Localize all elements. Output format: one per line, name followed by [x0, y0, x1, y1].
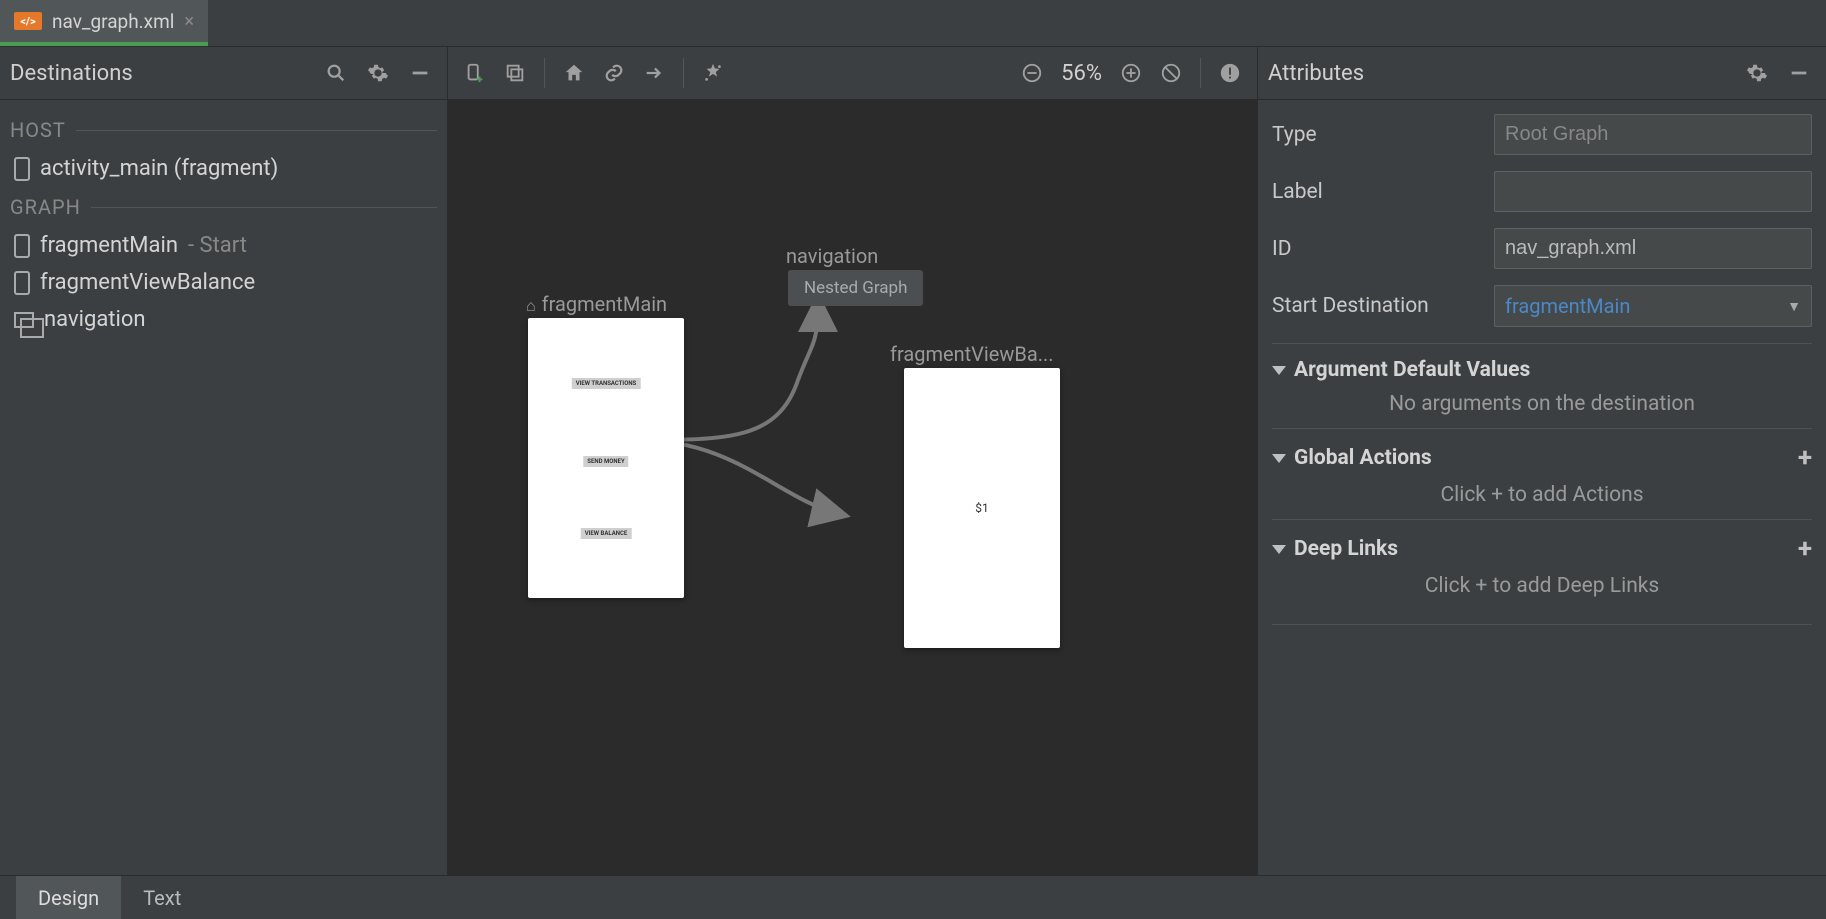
tab-design[interactable]: Design: [16, 876, 121, 919]
graph-item-label: fragmentViewBalance: [40, 270, 255, 295]
activity-icon: [14, 157, 30, 181]
attr-start-label: Start Destination: [1272, 294, 1482, 318]
toolbar-separator: [1200, 58, 1201, 88]
gear-icon[interactable]: [361, 56, 395, 90]
graph-item-suffix: - Start: [188, 233, 247, 258]
graph-item-fragment-main[interactable]: fragmentMain - Start: [10, 227, 437, 264]
screen-button: SEND MONEY: [583, 456, 628, 467]
zoom-out-icon[interactable]: [1015, 56, 1049, 90]
attr-type-field[interactable]: [1494, 114, 1812, 155]
expand-icon: [1272, 545, 1286, 554]
file-tab-label: nav_graph.xml: [52, 10, 174, 33]
global-actions-header[interactable]: Global Actions +: [1272, 443, 1812, 473]
host-section-label: HOST: [10, 118, 437, 142]
auto-arrange-icon[interactable]: [696, 56, 730, 90]
fragment-icon: [14, 234, 30, 258]
screen-button: VIEW BALANCE: [581, 528, 632, 539]
node-label-navigation: navigation: [786, 244, 878, 268]
home-icon: ⌂: [526, 296, 536, 315]
search-icon[interactable]: [319, 56, 353, 90]
attr-start-value: fragmentMain: [1505, 294, 1630, 318]
file-tab[interactable]: </> nav_graph.xml ×: [0, 0, 208, 46]
screen-button: VIEW TRANSACTIONS: [572, 378, 641, 389]
balance-value: $1: [975, 501, 989, 515]
attributes-panel: Attributes Type Label ID Start Desti: [1258, 47, 1826, 875]
editor-mode-tabs: Design Text: [0, 875, 1826, 919]
actions-hint: Click + to add Actions: [1272, 483, 1812, 507]
node-navigation[interactable]: Nested Graph: [788, 270, 923, 306]
destinations-title: Destinations: [10, 61, 311, 86]
graph-item-fragment-view-balance[interactable]: fragmentViewBalance: [10, 264, 437, 301]
design-canvas-panel: 56% ⌂fragment: [448, 47, 1258, 875]
deeplinks-hint: Click + to add Deep Links: [1272, 574, 1812, 598]
zoom-fit-icon[interactable]: [1154, 56, 1188, 90]
attr-label-field[interactable]: [1494, 171, 1812, 212]
node-fragment-main[interactable]: VIEW TRANSACTIONS SEND MONEY VIEW BALANC…: [528, 318, 684, 598]
attr-id-label: ID: [1272, 237, 1482, 261]
xml-file-icon: </>: [14, 12, 42, 30]
gear-icon[interactable]: [1740, 56, 1774, 90]
add-action-button[interactable]: +: [1798, 443, 1812, 473]
argument-section-header[interactable]: Argument Default Values: [1272, 358, 1812, 382]
attr-start-select[interactable]: fragmentMain ▼: [1494, 285, 1812, 327]
fragment-icon: [14, 271, 30, 295]
home-icon[interactable]: [557, 56, 591, 90]
graph-item-navigation[interactable]: navigation: [10, 301, 437, 338]
minimize-icon[interactable]: [403, 56, 437, 90]
arrow-right-icon[interactable]: [637, 56, 671, 90]
minimize-icon[interactable]: [1782, 56, 1816, 90]
host-item[interactable]: activity_main (fragment): [10, 150, 437, 187]
expand-icon: [1272, 454, 1286, 463]
tab-text[interactable]: Text: [121, 876, 203, 919]
attr-id-field[interactable]: [1494, 228, 1812, 269]
expand-icon: [1272, 366, 1286, 375]
attributes-title: Attributes: [1268, 61, 1732, 86]
toolbar-separator: [683, 58, 684, 88]
add-deeplink-button[interactable]: +: [1798, 534, 1812, 564]
close-icon[interactable]: ×: [184, 11, 194, 32]
link-icon[interactable]: [597, 56, 631, 90]
chevron-down-icon: ▼: [1787, 298, 1801, 315]
argument-hint: No arguments on the destination: [1272, 392, 1812, 416]
attr-type-label: Type: [1272, 123, 1482, 147]
warnings-icon[interactable]: [1213, 56, 1247, 90]
nested-graph-icon[interactable]: [498, 56, 532, 90]
toolbar-separator: [544, 58, 545, 88]
new-destination-icon[interactable]: [458, 56, 492, 90]
zoom-level: 56%: [1061, 61, 1102, 86]
file-tab-bar: </> nav_graph.xml ×: [0, 0, 1826, 47]
design-canvas[interactable]: ⌂fragmentMain VIEW TRANSACTIONS SEND MON…: [448, 100, 1257, 875]
node-fragment-view-balance[interactable]: $1: [904, 368, 1060, 648]
destinations-panel: Destinations HOST activity_main (fragmen…: [0, 47, 448, 875]
graph-item-label: fragmentMain: [40, 233, 178, 258]
node-label-fragment-view-balance: fragmentViewBa...: [890, 342, 1054, 366]
attr-label-label: Label: [1272, 180, 1482, 204]
node-label-fragment-main: ⌂fragmentMain: [526, 292, 667, 316]
host-item-label: activity_main (fragment): [40, 156, 278, 181]
deep-links-header[interactable]: Deep Links +: [1272, 534, 1812, 564]
graph-section-label: GRAPH: [10, 195, 437, 219]
graph-item-label: navigation: [44, 307, 146, 332]
nested-graph-icon: [14, 312, 34, 328]
canvas-toolbar: 56%: [448, 47, 1257, 100]
zoom-in-icon[interactable]: [1114, 56, 1148, 90]
